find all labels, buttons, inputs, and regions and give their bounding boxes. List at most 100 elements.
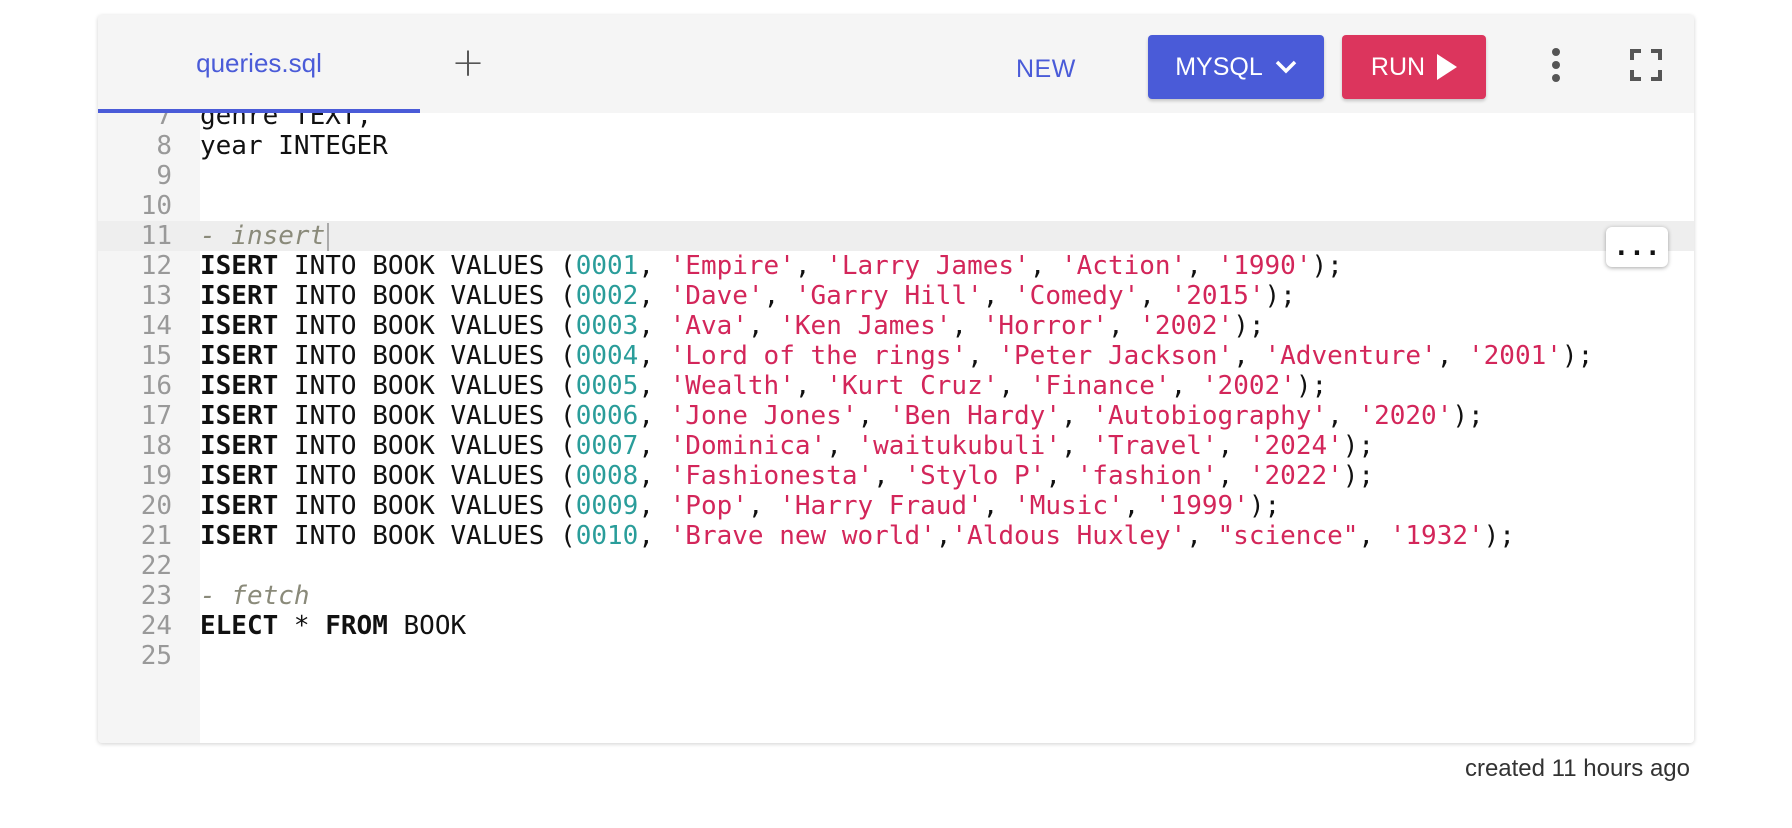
code-text: ISERT INTO BOOK VALUES (0006, 'Jone Jone… (200, 401, 1694, 431)
code-token: 'Finance' (1029, 371, 1171, 401)
code-token: '1990' (1217, 251, 1312, 281)
code-token: 'Harry Fraud' (779, 491, 983, 521)
code-line[interactable]: 10 (98, 191, 1694, 221)
code-token: - insert (200, 221, 326, 251)
code-token: 'fashion' (1076, 461, 1218, 491)
code-token: , (638, 491, 670, 521)
code-token: , (1123, 491, 1155, 521)
new-button[interactable]: NEW (1016, 51, 1076, 87)
code-token: , (747, 311, 780, 341)
code-line[interactable]: 18 ISERT INTO BOOK VALUES (0007, 'Dominic… (98, 431, 1694, 461)
dialect-dropdown-button[interactable]: MYSQL (1148, 35, 1324, 99)
code-token: INTO BOOK VALUES ( (278, 461, 576, 491)
code-token: , (826, 431, 858, 461)
more-options-button[interactable]: ... (1606, 227, 1668, 267)
code-text: ISERT INTO BOOK VALUES (0004, 'Lord of t… (200, 341, 1694, 371)
code-line[interactable]: 24 ELECT * FROM BOOK (98, 611, 1694, 641)
line-number: 8 (156, 131, 172, 161)
code-token: 'Fashionesta' (669, 461, 874, 491)
code-token: , (638, 281, 670, 311)
code-token: 0004 (575, 341, 639, 371)
code-token: , (1358, 521, 1390, 551)
fullscreen-icon[interactable] (1630, 49, 1662, 81)
code-token: INTO BOOK VALUES ( (278, 401, 576, 431)
run-label: RUN (1370, 52, 1426, 81)
code-token: ISERT (200, 371, 279, 401)
code-token: '2001' (1468, 341, 1562, 371)
code-token: , (857, 401, 889, 431)
code-token: 'Dominica' (669, 431, 827, 461)
code-token: 'Music' (1014, 491, 1124, 521)
code-token: ISERT (200, 431, 279, 461)
more-vertical-icon[interactable] (1536, 45, 1576, 85)
code-token: '2002' (1139, 311, 1234, 341)
code-token: ISERT (200, 311, 279, 341)
code-line[interactable]: 20 ISERT INTO BOOK VALUES (0009, 'Pop', '… (98, 491, 1694, 521)
code-token: genre TEXT, (200, 113, 373, 131)
code-token: , (935, 521, 952, 551)
code-text: ISERT INTO BOOK VALUES (0001, 'Empire', … (200, 251, 1694, 281)
line-number: 14 (140, 311, 172, 341)
line-number: 22 (140, 551, 172, 581)
created-timestamp: created 11 hours ago (1464, 755, 1690, 782)
code-line[interactable]: 14 ISERT INTO BOOK VALUES (0003, 'Ava', '… (98, 311, 1694, 341)
plus-icon[interactable]: + (448, 40, 488, 86)
code-token: 0003 (575, 311, 639, 341)
code-token: 0002 (575, 281, 639, 311)
code-line[interactable]: 16 ISERT INTO BOOK VALUES (0005, 'Wealth'… (98, 371, 1694, 401)
code-line[interactable]: 8 year INTEGER (98, 131, 1694, 161)
code-line[interactable]: 25 (98, 641, 1694, 671)
code-text: - insert (200, 221, 1694, 251)
code-token: ); (1483, 521, 1515, 551)
code-token: 0007 (575, 431, 639, 461)
code-token: ); (1233, 311, 1265, 341)
line-number: 13 (140, 281, 172, 311)
code-token: 'Garry Hill' (794, 281, 983, 311)
code-token: , (1170, 371, 1202, 401)
code-line[interactable]: 7 genre TEXT, (98, 113, 1694, 131)
line-number: 17 (140, 401, 172, 431)
code-text: ISERT INTO BOOK VALUES (0008, 'Fashiones… (200, 461, 1694, 491)
code-token: , (1436, 341, 1468, 371)
code-line[interactable]: 22 (98, 551, 1694, 581)
code-line[interactable]: 23 - fetch (98, 581, 1694, 611)
code-token: , (1327, 401, 1359, 431)
code-token: INTO BOOK VALUES ( (278, 341, 576, 371)
code-token: '2002' (1201, 371, 1296, 401)
code-token: , (794, 371, 827, 401)
run-button[interactable]: RUN (1342, 35, 1486, 99)
code-token: , (1061, 431, 1093, 461)
code-area[interactable]: 7 genre TEXT, 8 year INTEGER 9 10 11- insert 12… (98, 113, 1694, 743)
code-token: , (1139, 281, 1171, 311)
code-token: ISERT (200, 401, 279, 431)
code-text: ISERT INTO BOOK VALUES (0007, 'Dominica'… (200, 431, 1694, 461)
code-token: year INTEGER (200, 131, 388, 161)
line-number: 18 (140, 431, 172, 461)
code-line[interactable]: 13 ISERT INTO BOOK VALUES (0002, 'Dave', … (98, 281, 1694, 311)
code-line[interactable]: 15 ISERT INTO BOOK VALUES (0004, 'Lord of… (98, 341, 1694, 371)
editor-toolbar: queries.sql + NEW MYSQL RUN (98, 15, 1694, 113)
code-token: 'Peter Jackson' (998, 341, 1234, 371)
line-number: 16 (140, 371, 172, 401)
code-token: ); (1248, 491, 1281, 521)
code-line[interactable]: 17 ISERT INTO BOOK VALUES (0006, 'Jone Jo… (98, 401, 1694, 431)
tab-queries-sql[interactable]: queries.sql (98, 15, 420, 113)
code-token: 0005 (575, 371, 639, 401)
code-token: 'Travel' (1092, 431, 1218, 461)
code-token: ); (1342, 461, 1375, 491)
line-number: 7 (156, 113, 172, 131)
code-token: 0006 (575, 401, 639, 431)
code-token: , (982, 281, 1015, 311)
code-line[interactable]: 21 ISERT INTO BOOK VALUES (0010, 'Brave n… (98, 521, 1694, 551)
code-token: , (951, 311, 983, 341)
code-token: INTO BOOK VALUES ( (278, 431, 576, 461)
code-token: 'Lord of the rings' (669, 341, 968, 371)
code-line[interactable]: 12 ISERT INTO BOOK VALUES (0001, 'Empire'… (98, 251, 1694, 281)
code-line[interactable]: 9 (98, 161, 1694, 191)
line-number: 21 (140, 521, 172, 551)
code-token: 'Action' (1061, 251, 1187, 281)
code-line[interactable]: 11 - insert (98, 221, 1694, 251)
text-cursor (327, 222, 330, 251)
code-text: year INTEGER (200, 131, 1694, 161)
code-line[interactable]: 19 ISERT INTO BOOK VALUES (0008, 'Fashion… (98, 461, 1694, 491)
